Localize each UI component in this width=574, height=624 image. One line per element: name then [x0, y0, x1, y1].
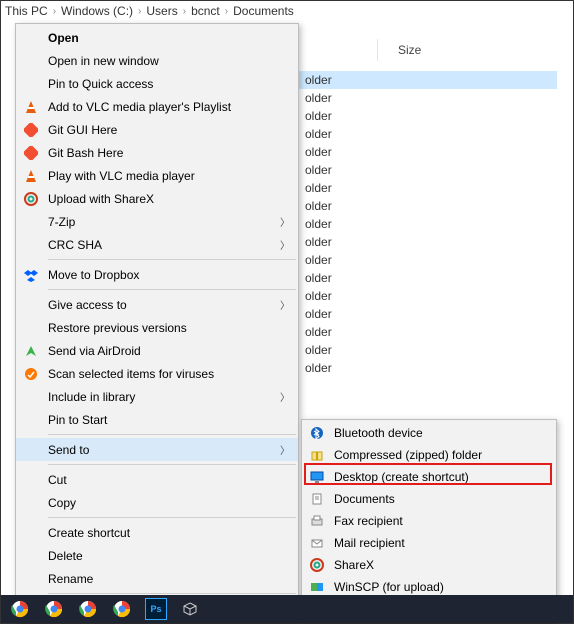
file-row[interactable]: older [299, 197, 557, 215]
file-row[interactable]: older [299, 233, 557, 251]
divider [48, 517, 296, 518]
dropbox-icon [20, 267, 42, 283]
airdroid-icon [20, 343, 42, 359]
menu-dropbox[interactable]: Move to Dropbox [16, 263, 298, 286]
menu-git-gui[interactable]: Git GUI Here [16, 118, 298, 141]
taskbar-photoshop-icon[interactable]: Ps [145, 598, 167, 620]
menu-cut[interactable]: Cut [16, 468, 298, 491]
git-icon [20, 145, 42, 161]
menu-avast[interactable]: Scan selected items for viruses [16, 362, 298, 385]
menu-crc[interactable]: CRC SHA〉 [16, 233, 298, 256]
bluetooth-icon [306, 425, 328, 441]
vlc-icon [20, 168, 42, 184]
menu-vlc-playlist[interactable]: Add to VLC media player's Playlist [16, 95, 298, 118]
chevron-right-icon: 〉 [280, 237, 290, 252]
menu-pin-quick[interactable]: Pin to Quick access [16, 72, 298, 95]
menu-git-bash[interactable]: Git Bash Here [16, 141, 298, 164]
file-row[interactable]: older [299, 251, 557, 269]
crumb-windows[interactable]: Windows (C:) [61, 4, 133, 18]
chevron-right-icon: 〉 [280, 442, 290, 457]
file-row[interactable]: older [299, 143, 557, 161]
taskbar-chrome-icon[interactable] [111, 598, 133, 620]
file-row[interactable]: older [299, 89, 557, 107]
desktop-icon [306, 469, 328, 485]
submenu-compressed[interactable]: Compressed (zipped) folder [302, 444, 556, 466]
menu-rename[interactable]: Rename [16, 567, 298, 590]
send-to-submenu: Bluetooth device Compressed (zipped) fol… [301, 419, 557, 623]
crumb-user[interactable]: bcnct [191, 4, 220, 18]
menu-send-to[interactable]: Send to〉 [16, 438, 298, 461]
sharex-icon [306, 557, 328, 573]
divider [48, 464, 296, 465]
menu-delete[interactable]: Delete [16, 544, 298, 567]
menu-pin-start[interactable]: Pin to Start [16, 408, 298, 431]
menu-copy[interactable]: Copy [16, 491, 298, 514]
taskbar-chrome-icon[interactable] [9, 598, 31, 620]
file-row[interactable]: older [299, 71, 557, 89]
menu-create-shortcut[interactable]: Create shortcut [16, 521, 298, 544]
submenu-bluetooth[interactable]: Bluetooth device [302, 422, 556, 444]
menu-airdroid[interactable]: Send via AirDroid [16, 339, 298, 362]
crumb-users[interactable]: Users [146, 4, 177, 18]
file-row[interactable]: older [299, 323, 557, 341]
menu-vlc-play[interactable]: Play with VLC media player [16, 164, 298, 187]
taskbar-chrome-icon[interactable] [77, 598, 99, 620]
chevron-right-icon: 〉 [280, 297, 290, 312]
divider [48, 593, 296, 594]
chevron-right-icon: 〉 [280, 214, 290, 229]
submenu-desktop[interactable]: Desktop (create shortcut) [302, 466, 556, 488]
file-row[interactable]: older [299, 161, 557, 179]
taskbar: Ps [1, 595, 573, 623]
menu-give-access[interactable]: Give access to〉 [16, 293, 298, 316]
file-row[interactable]: older [299, 359, 557, 377]
breadcrumb: This PC› Windows (C:)› Users› bcnct› Doc… [1, 1, 573, 21]
columns-header: Size [377, 39, 557, 61]
sharex-icon [20, 191, 42, 207]
divider [48, 289, 296, 290]
file-row[interactable]: older [299, 107, 557, 125]
submenu-documents[interactable]: Documents [302, 488, 556, 510]
crumb-thispc[interactable]: This PC [5, 4, 48, 18]
vlc-icon [20, 99, 42, 115]
file-row[interactable]: older [299, 215, 557, 233]
avast-icon [20, 366, 42, 382]
menu-open[interactable]: Open [16, 26, 298, 49]
divider [48, 434, 296, 435]
menu-7zip[interactable]: 7-Zip〉 [16, 210, 298, 233]
file-row[interactable]: older [299, 125, 557, 143]
mail-icon [306, 535, 328, 551]
column-size[interactable]: Size [377, 39, 557, 61]
file-row[interactable]: older [299, 341, 557, 359]
documents-icon [306, 491, 328, 507]
menu-include-library[interactable]: Include in library〉 [16, 385, 298, 408]
file-row[interactable]: older [299, 179, 557, 197]
divider [48, 259, 296, 260]
file-row[interactable]: older [299, 269, 557, 287]
file-list: olderolderolderolderolderolderolderolder… [299, 71, 557, 377]
crumb-documents[interactable]: Documents [233, 4, 294, 18]
taskbar-package-icon[interactable] [179, 598, 201, 620]
zip-icon [306, 447, 328, 463]
submenu-fax[interactable]: Fax recipient [302, 510, 556, 532]
chevron-right-icon: 〉 [280, 389, 290, 404]
context-menu: Open Open in new window Pin to Quick acc… [15, 23, 299, 623]
file-row[interactable]: older [299, 287, 557, 305]
taskbar-chrome-icon[interactable] [43, 598, 65, 620]
submenu-mail[interactable]: Mail recipient [302, 532, 556, 554]
git-icon [20, 122, 42, 138]
menu-restore[interactable]: Restore previous versions [16, 316, 298, 339]
menu-sharex-upload[interactable]: Upload with ShareX [16, 187, 298, 210]
submenu-sharex[interactable]: ShareX [302, 554, 556, 576]
fax-icon [306, 513, 328, 529]
file-row[interactable]: older [299, 305, 557, 323]
menu-open-new-window[interactable]: Open in new window [16, 49, 298, 72]
winscp-icon [306, 579, 328, 595]
